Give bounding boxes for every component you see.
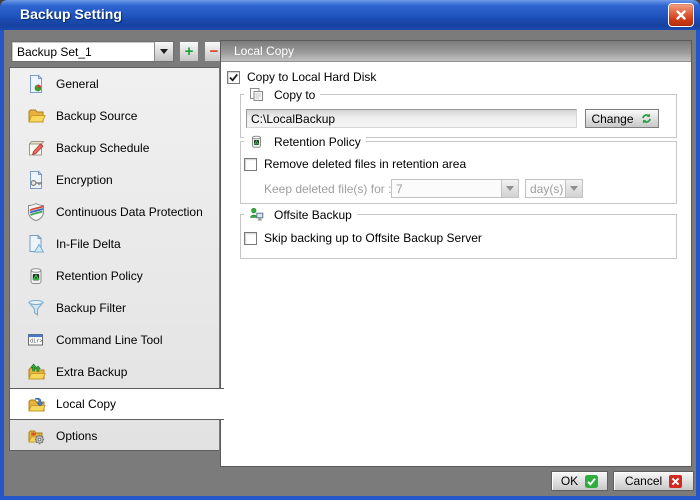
tab-command-line-tool[interactable]: dir> Command Line Tool: [10, 324, 219, 356]
tab-local-copy[interactable]: Local Copy: [10, 388, 224, 420]
document-delta-icon: [26, 234, 46, 254]
keep-deleted-value-dropdown-button: [501, 180, 518, 197]
tab-in-file-delta[interactable]: In-File Delta: [10, 228, 219, 260]
copy-to-group-title: Copy to: [274, 88, 315, 102]
keep-deleted-unit-dropdown-button: [565, 180, 582, 197]
cancel-button[interactable]: Cancel: [613, 471, 694, 491]
copy-to-local-label: Copy to Local Hard Disk: [247, 70, 376, 84]
copy-to-local-checkbox-row[interactable]: Copy to Local Hard Disk: [227, 70, 376, 84]
backup-set-select[interactable]: Backup Set_1: [11, 41, 174, 62]
tab-label: Local Copy: [56, 397, 116, 411]
keep-deleted-value: 7: [392, 182, 501, 196]
tab-backup-filter[interactable]: Backup Filter: [10, 292, 219, 324]
tab-extra-backup[interactable]: Extra Backup: [10, 356, 219, 388]
skip-offsite-label: Skip backing up to Offsite Backup Server: [264, 231, 482, 245]
change-button[interactable]: Change: [585, 109, 659, 128]
chevron-down-icon: [506, 186, 514, 191]
remove-deleted-checkbox-row[interactable]: Remove deleted files in retention area: [244, 157, 466, 171]
tab-label: Extra Backup: [56, 365, 127, 379]
backup-set-dropdown-button[interactable]: [154, 42, 173, 61]
tab-label: Backup Source: [56, 109, 137, 123]
tab-label: Encryption: [56, 173, 113, 187]
copy-pages-icon: [249, 87, 264, 102]
ok-button[interactable]: OK: [551, 471, 608, 491]
recycle-bin-icon: [26, 266, 46, 286]
window-title: Backup Setting: [20, 6, 122, 22]
copy-to-legend: Copy to: [244, 87, 320, 102]
panel-content: Copy to Local Hard Disk Copy to Change: [221, 63, 691, 466]
cancel-button-label: Cancel: [625, 474, 662, 488]
tab-label: Continuous Data Protection: [56, 205, 203, 219]
tab-encryption[interactable]: Encryption: [10, 164, 219, 196]
local-copy-panel: Local Copy Copy to Local Hard Disk Copy …: [220, 40, 692, 467]
keep-deleted-label: Keep deleted file(s) for :: [264, 182, 391, 196]
retention-policy-group-title: Retention Policy: [274, 135, 361, 149]
title-bar[interactable]: Backup Setting: [0, 0, 700, 30]
notepad-pencil-icon: [26, 138, 46, 158]
folder-gear-icon: [26, 426, 46, 446]
offsite-backup-group: Offsite Backup Skip backing up to Offsit…: [240, 214, 677, 259]
copy-to-local-checkbox[interactable]: [227, 71, 240, 84]
tab-continuous-data-protection[interactable]: Continuous Data Protection: [10, 196, 219, 228]
tab-label: Options: [56, 429, 97, 443]
tab-label: General: [56, 77, 99, 91]
chevron-down-icon: [570, 186, 578, 191]
remove-deleted-label: Remove deleted files in retention area: [264, 157, 466, 171]
tab-retention-policy[interactable]: Retention Policy: [10, 260, 219, 292]
folder-up-arrows-icon: [26, 362, 46, 382]
backup-setting-window: Backup Setting Backup Set_1 + − General …: [0, 0, 700, 500]
offsite-backup-group-title: Offsite Backup: [274, 208, 352, 222]
change-button-label: Change: [591, 112, 633, 126]
backup-set-selected-value: Backup Set_1: [12, 45, 154, 59]
retention-policy-legend: Retention Policy: [244, 134, 366, 149]
offsite-backup-legend: Offsite Backup: [244, 207, 357, 222]
tab-label: Command Line Tool: [56, 333, 163, 347]
keep-deleted-unit: day(s): [526, 182, 565, 196]
user-computer-icon: [249, 207, 264, 222]
retention-policy-group: Retention Policy Remove deleted files in…: [240, 141, 677, 204]
folder-open-icon: [26, 106, 46, 126]
skip-offsite-checkbox-row[interactable]: Skip backing up to Offsite Backup Server: [244, 231, 482, 245]
local-backup-path-input[interactable]: [246, 109, 577, 128]
document-pie-icon: [26, 74, 46, 94]
chevron-down-icon: [160, 49, 168, 54]
refresh-icon: [640, 112, 653, 125]
close-button[interactable]: [668, 3, 694, 27]
tab-label: In-File Delta: [56, 237, 121, 251]
panel-title: Local Copy: [221, 41, 691, 62]
tab-label: Backup Filter: [56, 301, 126, 315]
keep-deleted-value-select: 7: [391, 179, 519, 198]
add-backup-set-button[interactable]: +: [179, 41, 199, 62]
document-key-icon: [26, 170, 46, 190]
checkmark-icon: [228, 72, 239, 83]
copy-to-group: Copy to Change: [240, 94, 677, 138]
remove-deleted-checkbox[interactable]: [244, 158, 257, 171]
skip-offsite-checkbox[interactable]: [244, 232, 257, 245]
funnel-icon: [26, 298, 46, 318]
console-window-icon: dir>: [26, 330, 46, 350]
dialog-body: Backup Set_1 + − General Backup Source B…: [0, 30, 700, 500]
keep-deleted-unit-select: day(s): [525, 179, 583, 198]
close-icon: [675, 9, 687, 21]
tab-label: Backup Schedule: [56, 141, 149, 155]
cancel-x-icon: [669, 475, 682, 488]
tab-general[interactable]: General: [10, 68, 219, 100]
recycle-bin-small-icon: [249, 134, 264, 149]
ok-button-label: OK: [561, 474, 578, 488]
tab-options[interactable]: Options: [10, 420, 219, 452]
shield-icon: [26, 202, 46, 222]
tab-label: Retention Policy: [56, 269, 143, 283]
settings-tab-strip: General Backup Source Backup Schedule En…: [9, 67, 219, 451]
folder-copy-arrow-icon: [26, 394, 46, 414]
svg-text:dir>: dir>: [30, 339, 42, 345]
tab-backup-schedule[interactable]: Backup Schedule: [10, 132, 219, 164]
tab-backup-source[interactable]: Backup Source: [10, 100, 219, 132]
ok-check-icon: [585, 475, 598, 488]
